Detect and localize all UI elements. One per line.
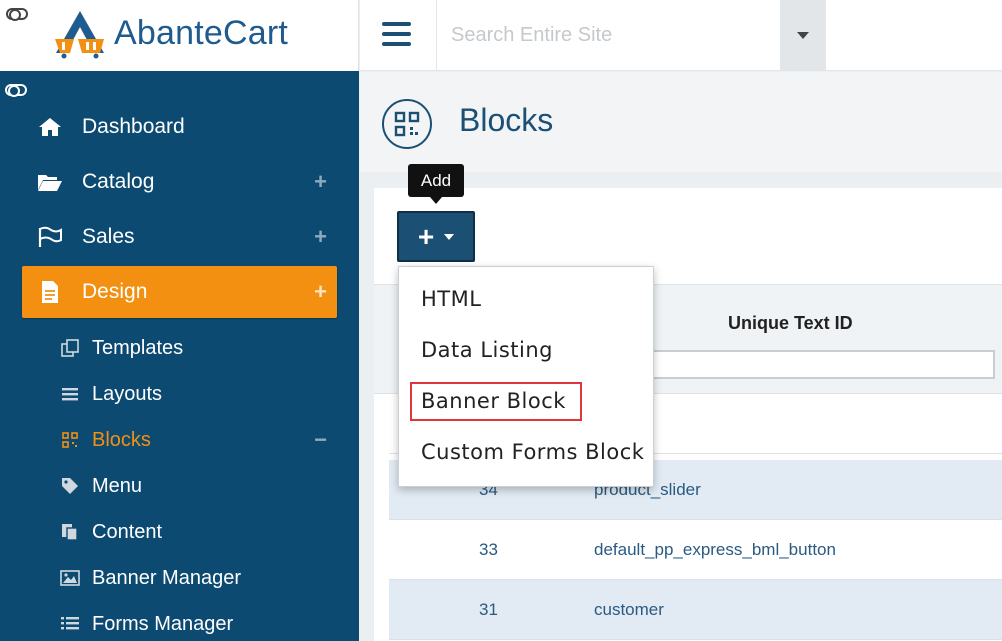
sidebar-subitem-label: Forms Manager: [92, 612, 234, 635]
add-button[interactable]: +: [397, 211, 475, 262]
page-heading: Blocks: [360, 72, 1002, 172]
sidebar-subitem-templates[interactable]: Templates: [60, 328, 337, 368]
toggle-icon[interactable]: [6, 8, 28, 21]
caret-down-icon: [444, 233, 455, 240]
list-alt-icon: [60, 615, 80, 633]
menu-toggle-icon[interactable]: [382, 22, 412, 48]
page-title: Blocks: [459, 102, 554, 138]
sidebar-item-catalog[interactable]: Catalog +: [22, 156, 337, 208]
sidebar-item-label: Catalog: [82, 170, 155, 193]
sidebar-item-label: Sales: [82, 225, 135, 248]
sidebar-subitem-label: Menu: [92, 474, 143, 497]
sidebar-subitem-menu[interactable]: Menu: [60, 466, 337, 506]
document-icon: [36, 281, 64, 303]
folder-open-icon: [36, 171, 64, 193]
menu-item-banner-block[interactable]: Banner Block: [421, 389, 566, 413]
table-row[interactable]: 31 customer: [389, 580, 1002, 640]
copy-icon: [60, 339, 80, 357]
search-dropdown-button[interactable]: [780, 0, 826, 71]
caret-down-icon: [797, 32, 809, 39]
blocks-icon: [382, 99, 432, 149]
sidebar-subitem-label: Content: [92, 520, 163, 543]
search-box: [436, 0, 781, 71]
sidebar-subitem-forms-manager[interactable]: Forms Manager: [60, 604, 337, 641]
sidebar-subitem-content[interactable]: Content: [60, 512, 337, 552]
expand-icon[interactable]: +: [314, 279, 327, 305]
logo-area: AbanteCart: [0, 0, 359, 71]
home-icon: [36, 116, 64, 138]
sidebar-subitem-label: Blocks: [92, 428, 151, 451]
sidebar-subitem-label: Banner Manager: [92, 566, 241, 589]
sidebar-subitem-layouts[interactable]: Layouts: [60, 374, 337, 414]
cell-id: 31: [479, 600, 498, 619]
expand-icon[interactable]: +: [314, 169, 327, 195]
qrcode-icon: [60, 431, 80, 449]
sidebar: Dashboard Catalog + Sales + Design + Tem…: [0, 71, 359, 641]
sidebar-subitem-label: Layouts: [92, 382, 163, 405]
sidebar-item-label: Design: [82, 280, 148, 303]
sidebar-subitem-banner-manager[interactable]: Banner Manager: [60, 558, 337, 598]
search-input[interactable]: [437, 0, 781, 70]
plus-icon: +: [417, 220, 435, 252]
brand-name[interactable]: AbanteCart: [114, 14, 288, 53]
menu-item-data-listing[interactable]: Data Listing: [421, 338, 553, 362]
menu-item-html[interactable]: HTML: [421, 287, 481, 311]
collapse-icon[interactable]: −: [314, 427, 327, 453]
sidebar-item-sales[interactable]: Sales +: [22, 211, 337, 263]
sidebar-subitem-blocks[interactable]: Blocks −: [60, 420, 337, 460]
files-icon: [60, 523, 80, 541]
top-header: [360, 0, 1002, 71]
abantecart-logo-icon[interactable]: [52, 9, 108, 59]
sidebar-item-label: Dashboard: [82, 115, 185, 138]
cell-id: 33: [479, 540, 498, 559]
add-tooltip: Add: [408, 164, 464, 204]
cell-text-id: default_pp_express_bml_button: [594, 540, 836, 559]
flag-icon: [36, 226, 64, 248]
expand-icon[interactable]: +: [314, 224, 327, 250]
menu-item-custom-forms-block[interactable]: Custom Forms Block: [421, 440, 644, 464]
image-icon: [60, 569, 80, 587]
sidebar-subitem-label: Templates: [92, 336, 184, 359]
tag-icon: [60, 477, 80, 495]
cell-text-id: customer: [594, 600, 664, 619]
column-header-unique-text-id[interactable]: Unique Text ID: [728, 313, 853, 334]
add-dropdown-menu: HTML Data Listing Banner Block Custom Fo…: [398, 266, 654, 487]
sidebar-item-dashboard[interactable]: Dashboard: [22, 101, 337, 153]
sidebar-item-design[interactable]: Design +: [22, 266, 337, 318]
sidebar-toggle-icon[interactable]: [5, 84, 27, 97]
table-row[interactable]: 33 default_pp_express_bml_button: [389, 520, 1002, 580]
list-icon: [60, 385, 80, 403]
unique-text-id-filter-input[interactable]: [649, 350, 995, 379]
